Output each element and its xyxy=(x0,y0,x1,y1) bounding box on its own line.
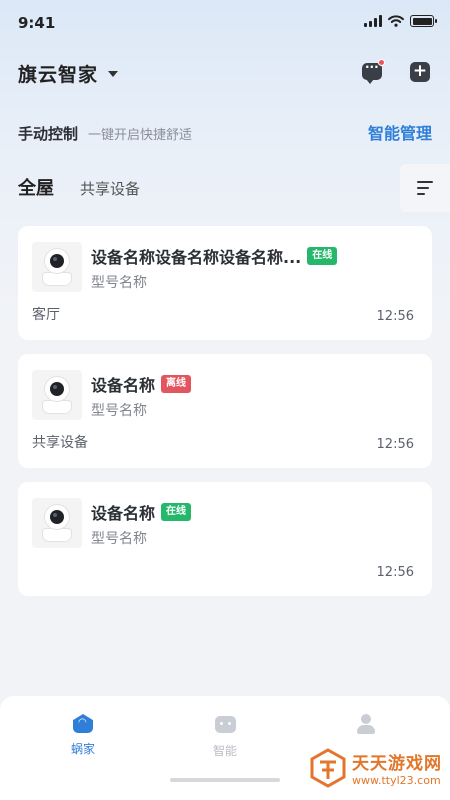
device-time: 12:56 xyxy=(376,437,414,452)
smart-management-link[interactable]: 智能管理 xyxy=(368,120,432,144)
watermark-url: www.ttyl23.com xyxy=(352,774,441,787)
device-card[interactable]: 设备名称 离线 型号名称 共享设备 12:56 xyxy=(18,354,432,468)
device-room: 共享设备 xyxy=(32,435,88,451)
watermark: 天天游戏网 www.ttyl23.com xyxy=(310,748,442,788)
device-name: 设备名称 xyxy=(91,504,156,523)
tab-home[interactable]: 蜗家 xyxy=(53,714,113,757)
camera-thumbnail xyxy=(32,370,82,420)
device-name: 设备名称 xyxy=(91,376,156,395)
device-name-row: 设备名称 在线 xyxy=(91,500,192,524)
tab-shared-devices[interactable]: 共享设备 xyxy=(80,178,140,199)
status-bar: 9:41 xyxy=(0,0,450,46)
status-icons xyxy=(364,15,437,27)
tab-smart[interactable]: 智能 xyxy=(195,714,255,759)
status-badge: 离线 xyxy=(161,375,192,393)
camera-thumbnail xyxy=(32,498,82,548)
signal-icon xyxy=(364,15,382,27)
device-name: 设备名称设备名称设备名称... xyxy=(91,248,302,267)
notification-dot xyxy=(378,59,385,66)
camera-thumbnail xyxy=(32,242,82,292)
status-badge: 在线 xyxy=(307,247,338,265)
device-name-row: 设备名称 离线 xyxy=(91,372,192,396)
battery-icon xyxy=(410,15,437,27)
device-name-row: 设备名称设备名称设备名称... 在线 xyxy=(91,244,338,268)
status-time: 9:41 xyxy=(18,14,56,32)
device-card[interactable]: 设备名称设备名称设备名称... 在线 型号名称 客厅 12:56 xyxy=(18,226,432,340)
device-model: 型号名称 xyxy=(91,403,147,419)
device-model: 型号名称 xyxy=(91,531,147,547)
device-time: 12:56 xyxy=(376,309,414,324)
header-actions: + xyxy=(362,59,432,84)
add-device-button[interactable]: + xyxy=(410,62,432,84)
manual-control-title[interactable]: 手动控制 xyxy=(18,123,78,144)
plus-icon: + xyxy=(410,62,430,82)
home-wifi-icon xyxy=(73,714,93,733)
tab-whole-house[interactable]: 全屋 xyxy=(18,174,54,200)
home-header: 旗云智家 + xyxy=(18,58,432,88)
user-icon xyxy=(356,714,376,734)
wifi-icon xyxy=(388,15,404,27)
manual-control-subtitle: 一键开启快捷舒适 xyxy=(88,128,193,143)
device-time: 12:56 xyxy=(376,565,414,580)
device-card[interactable]: 设备名称 在线 型号名称 12:56 xyxy=(18,482,432,596)
manual-control-row: 手动控制 一键开启快捷舒适 智能管理 xyxy=(18,120,432,144)
chevron-down-icon[interactable] xyxy=(108,71,119,77)
watermark-name: 天天游戏网 xyxy=(352,754,442,774)
tab-home-label: 蜗家 xyxy=(70,742,95,756)
status-badge: 在线 xyxy=(161,503,192,521)
sort-button[interactable] xyxy=(400,164,450,212)
device-model: 型号名称 xyxy=(91,275,147,291)
watermark-logo-icon xyxy=(310,748,346,788)
robot-icon xyxy=(214,716,236,733)
home-indicator xyxy=(170,778,280,782)
message-button[interactable] xyxy=(362,59,385,84)
device-room: 客厅 xyxy=(32,307,60,323)
home-title[interactable]: 旗云智家 xyxy=(18,60,98,87)
tab-smart-label: 智能 xyxy=(212,744,237,758)
room-tabs: 全屋 共享设备 xyxy=(18,174,140,200)
tab-profile[interactable] xyxy=(336,714,396,740)
